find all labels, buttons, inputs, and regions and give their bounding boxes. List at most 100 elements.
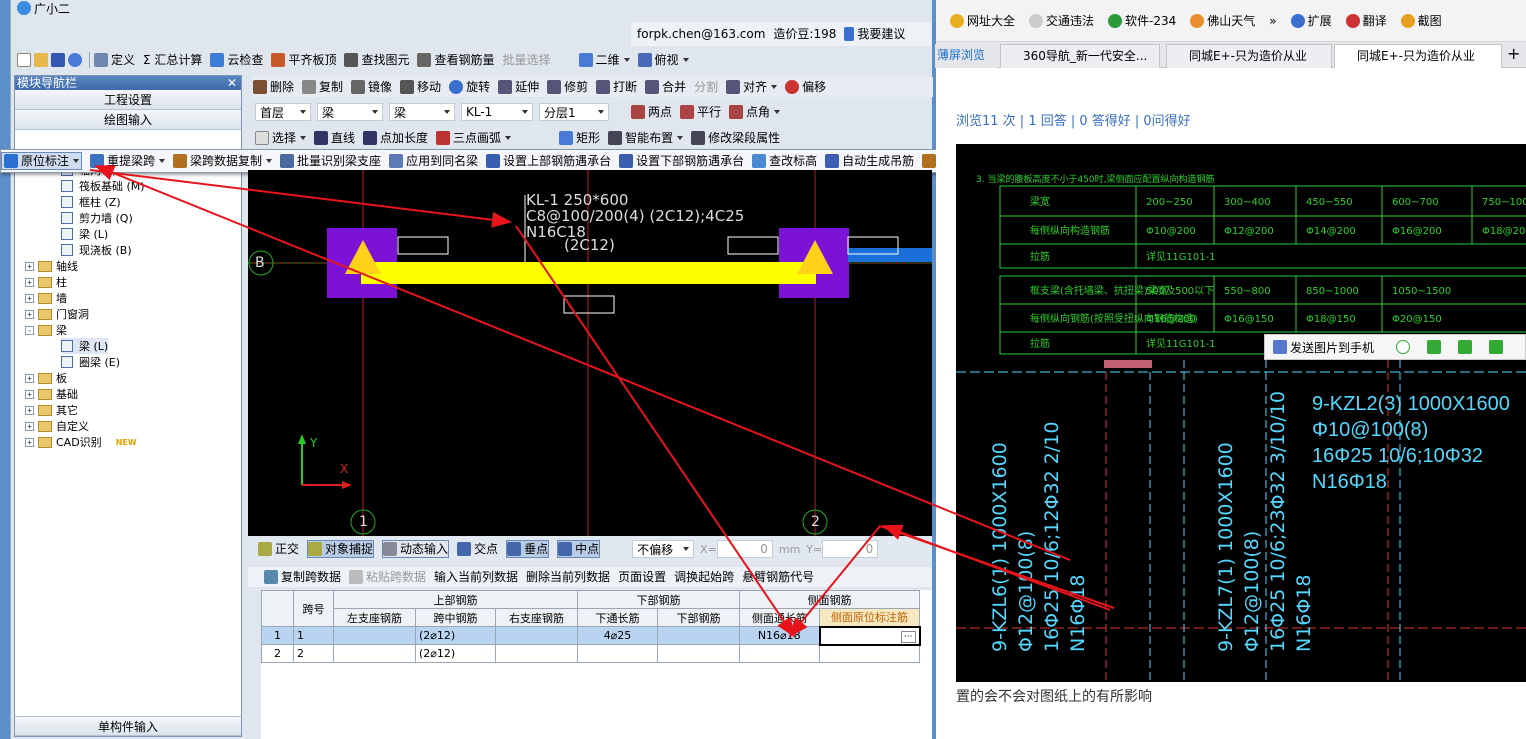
favorite-item[interactable]: 佛山天气 — [1190, 13, 1255, 29]
floor-select[interactable]: 首层 — [255, 103, 311, 121]
tree-item[interactable]: + 轴线 — [25, 258, 78, 274]
expand-icon[interactable]: + — [25, 405, 34, 415]
page-setup-button[interactable]: 页面设置 — [618, 569, 666, 585]
strip-tool-1[interactable]: 重提梁跨 — [90, 153, 166, 169]
strip-tool-8[interactable]: 自动生成吊筋 — [825, 153, 914, 169]
tb-copy[interactable]: 复制 — [302, 79, 343, 95]
tree-item[interactable]: + 墙 — [25, 290, 67, 306]
expand-icon[interactable]: + — [25, 389, 34, 399]
cloud-icon[interactable] — [1396, 340, 1411, 354]
tree-item[interactable]: -梁 — [25, 322, 67, 338]
tree-item[interactable]: 梁 (L) — [61, 338, 109, 354]
tb-delete[interactable]: 删除 — [253, 79, 294, 95]
favorite-item[interactable]: 截图 — [1400, 13, 1442, 29]
input-column-button[interactable]: 输入当前列数据 — [434, 569, 518, 585]
tb-split[interactable]: 分割 — [694, 79, 718, 95]
tree-item[interactable]: + 门窗洞 — [25, 306, 89, 322]
tree-item[interactable]: 梁 (L) — [61, 226, 108, 242]
tree-item[interactable]: + 柱 — [25, 274, 67, 290]
category-select[interactable]: 梁 — [317, 103, 383, 121]
tb-summary[interactable]: Σ 汇总计算 — [143, 52, 202, 68]
phone-icon[interactable] — [1273, 340, 1287, 354]
new-file-icon[interactable] — [17, 53, 31, 67]
strip-tool-2[interactable]: 梁跨数据复制 — [173, 153, 273, 169]
tree-item[interactable]: 剪力墙 (Q) — [61, 210, 133, 226]
tb-flush-top[interactable]: 平齐板顶 — [271, 52, 336, 68]
tree-item[interactable]: 圈梁 (E) — [61, 354, 120, 370]
tb-modify-beam[interactable]: 修改梁段属性 — [691, 130, 780, 146]
tab-tongcheng-active[interactable]: 同城E+-只为造价从业 — [1334, 44, 1502, 68]
new-tab-button[interactable]: + — [1507, 44, 1520, 63]
tab-tongcheng-1[interactable]: 同城E+-只为造价从业 — [1166, 44, 1332, 68]
tb-trim[interactable]: 修剪 — [547, 79, 588, 95]
favorite-item[interactable]: 交通违法 — [1029, 13, 1094, 29]
expand-icon[interactable]: + — [25, 261, 34, 271]
layer-select[interactable]: 分层1 — [539, 103, 609, 121]
expand-icon[interactable] — [1427, 340, 1442, 354]
tb-parallel[interactable]: 平行 — [680, 104, 721, 120]
dynamic-input-toggle[interactable]: 动态输入 — [382, 540, 450, 558]
table-row[interactable]: 11 (2⌀12) 4⌀25 N16⌀18 ··· — [261, 625, 921, 646]
y-input[interactable]: 0 — [822, 540, 879, 558]
expand-icon[interactable]: + — [25, 293, 34, 303]
strip-tool-0[interactable]: 原位标注 — [1, 152, 83, 170]
strip-tool-3[interactable]: 批量识别梁支座 — [280, 153, 381, 169]
tb-point-length[interactable]: 点加长度 — [363, 130, 428, 146]
strip-tool-6[interactable]: 设置下部钢筋遇承台 — [619, 153, 744, 169]
account-email[interactable]: forpk.chen@163.com — [637, 26, 765, 42]
expand-icon[interactable]: + — [25, 421, 34, 431]
tb-point-angle[interactable]: 点角 — [729, 104, 781, 120]
cantilever-code-button[interactable]: 悬臂钢筋代号 — [742, 569, 814, 585]
type-select[interactable]: 梁 — [389, 103, 455, 121]
bell-icon[interactable] — [844, 27, 855, 41]
open-folder-icon[interactable] — [34, 53, 48, 67]
drawing-input-button[interactable]: 绘图输入 — [15, 110, 241, 130]
tb-batch-select[interactable]: 批量选择 — [502, 52, 550, 68]
close-icon[interactable]: ✕ — [227, 76, 237, 90]
strip-tool-7[interactable]: 查改标高 — [752, 153, 817, 169]
tab-360[interactable]: 360导航_新一代安全... — [1000, 44, 1160, 68]
table-row[interactable]: 22 (2⌀12) — [261, 644, 920, 663]
midpoint-snap[interactable]: 中点 — [557, 540, 601, 558]
tree-item[interactable]: 框柱 (Z) — [61, 194, 121, 210]
favorite-item[interactable]: 扩展 — [1290, 13, 1332, 29]
x-input[interactable]: 0 — [716, 540, 773, 558]
tb-move[interactable]: 移动 — [400, 79, 441, 95]
tree-item[interactable]: 筏板基础 (M) — [61, 178, 145, 194]
save-icon[interactable] — [1458, 340, 1473, 354]
strip-tool-5[interactable]: 设置上部钢筋遇承台 — [486, 153, 611, 169]
tb-view-rebar[interactable]: 查看钢筋量 — [417, 52, 494, 68]
tree-item[interactable]: + 自定义 — [25, 418, 89, 434]
perpendicular-snap[interactable]: 垂点 — [506, 540, 550, 558]
copy-span-button[interactable]: 复制跨数据 — [264, 569, 341, 585]
tb-find[interactable]: 查找图元 — [344, 52, 409, 68]
tb-smart-place[interactable]: 智能布置 — [608, 130, 684, 146]
tb-extend[interactable]: 延伸 — [498, 79, 539, 95]
strip-tool-4[interactable]: 应用到同名梁 — [389, 153, 478, 169]
tb-select[interactable]: 选择 — [255, 130, 307, 146]
tb-offset[interactable]: 偏移 — [785, 79, 826, 95]
tb-rect[interactable]: 矩形 — [559, 130, 600, 146]
favorite-item[interactable]: 软件-234 — [1108, 13, 1176, 29]
send-to-phone-button[interactable]: 发送图片到手机 — [1290, 339, 1374, 356]
save-icon[interactable] — [51, 53, 65, 67]
delete-column-button[interactable]: 删除当前列数据 — [526, 569, 610, 585]
single-input-button[interactable]: 单构件输入 — [15, 716, 241, 736]
active-cell[interactable]: ··· — [818, 625, 921, 646]
ortho-toggle[interactable]: 正交 — [258, 541, 299, 557]
tb-merge[interactable]: 合并 — [645, 79, 686, 95]
project-settings-button[interactable]: 工程设置 — [15, 90, 241, 110]
tb-2d[interactable]: 二维 — [578, 52, 630, 68]
member-select[interactable]: KL-1 — [461, 103, 533, 121]
expand-icon[interactable]: + — [25, 437, 34, 447]
tab-browse[interactable]: 薄屏浏览 — [935, 44, 997, 68]
object-snap-toggle[interactable]: 对象捕捉 — [307, 540, 375, 558]
tree-item[interactable]: + CAD识别 NEW — [25, 434, 137, 450]
expand-icon[interactable]: - — [25, 325, 34, 335]
tb-define[interactable]: 定义 — [94, 52, 135, 68]
drawing-canvas[interactable]: KL-1 250*600 C8@100/200(4) (2C12);4C25 N… — [248, 170, 932, 536]
tb-arc[interactable]: 三点画弧 — [436, 130, 512, 146]
suggest-link[interactable]: 我要建议 — [857, 26, 905, 42]
tb-mirror[interactable]: 镜像 — [351, 79, 392, 95]
tb-line[interactable]: 直线 — [314, 130, 355, 146]
